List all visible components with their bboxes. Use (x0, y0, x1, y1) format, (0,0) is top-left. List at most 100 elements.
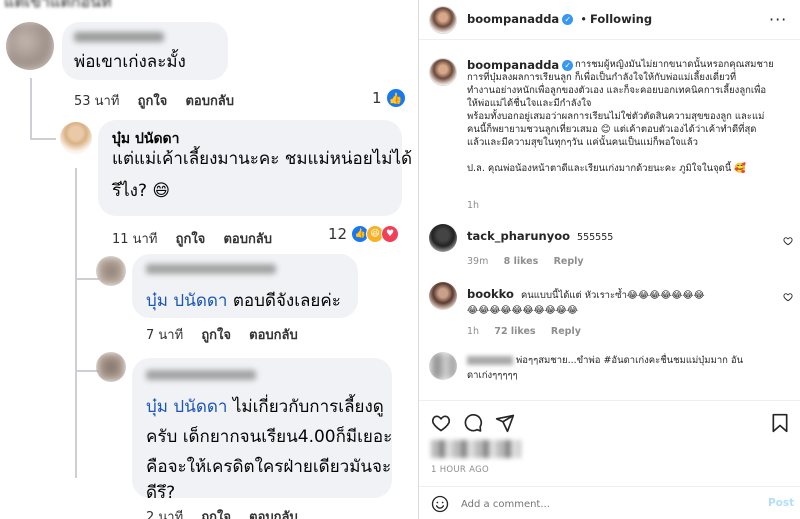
comment-username[interactable] (467, 356, 513, 365)
comment-text-line: คือจะให้เครดิตใครฝ่ายเดียวมันจะ (146, 457, 392, 477)
avatar[interactable] (429, 352, 457, 380)
comment-likes[interactable]: 72 likes (494, 326, 535, 337)
avatar[interactable] (60, 122, 92, 154)
reply-link[interactable]: ตอบกลับ (223, 232, 272, 247)
comment-time[interactable]: 7 นาที (146, 328, 183, 343)
comment-line: พ่อๆๆสมชาย...ขำพ่อ #อันดาเก่งคะชื่นชมแม่… (467, 354, 787, 367)
like-link[interactable]: ถูกใจ (201, 510, 231, 519)
caption-line: แล้วและมีความสุขในทุกๆวัน แค่นั้นคนเป็นแ… (467, 137, 698, 148)
avatar[interactable] (96, 352, 126, 382)
likes-summary[interactable] (431, 440, 521, 458)
caption-line: พร้อมทั้งบอกอยู่เสมอว่าผลการเรียนไม่ใช่ต… (467, 111, 765, 122)
caption-line: ป.ล. คุณพ่อน้องหน้าตาดีและเรียนเก่งมากด้… (467, 163, 747, 174)
caption-line (467, 149, 797, 162)
heart-icon[interactable] (783, 236, 793, 246)
post-comment-button[interactable]: Post (768, 497, 794, 509)
cropped-header-text: แต่เขาแต่ก่อนที่ (4, 0, 112, 11)
add-comment-input[interactable] (461, 494, 741, 514)
comment-time[interactable]: 53 นาที (74, 94, 119, 109)
avatar[interactable] (429, 58, 457, 86)
comment-line: 😂😂😂😂😂😂😂😂😂😂 (467, 305, 579, 316)
avatar[interactable] (429, 224, 457, 252)
add-comment-bar: Post (419, 486, 800, 519)
comment-text-line: แต่แม่เค้าเลี้ยงมานะคะ ชมแม่หน่อยไม่ได้ (112, 149, 413, 169)
comment-text: บุ๋ม ปนัดดา ตอบดีจังเลยค่ะ (146, 286, 341, 316)
heart-icon[interactable] (783, 292, 793, 302)
following-button[interactable]: Following (590, 12, 652, 26)
reply-link[interactable]: ตอบกลับ (249, 510, 298, 519)
avatar[interactable] (96, 256, 126, 286)
comment-text-body: ตอบดีจังเลยค่ะ (227, 291, 341, 311)
comment-time: 39m (467, 256, 489, 267)
reply-button[interactable]: Reply (554, 256, 584, 267)
caption-time: 1h (467, 200, 480, 211)
comment-time: 1h (467, 326, 480, 337)
comment-icon[interactable] (463, 413, 483, 433)
reaction-count: 1 (372, 89, 382, 107)
caption-line: การชมผู้หญิงมันไม่ยากขนาดนั้นหรอกคุณสมชา… (575, 59, 774, 70)
comment-line: ดาเก่งๆๆๆๆๆ (467, 370, 518, 381)
comment-line: bookko คนแบบนี้ได้แต่ หัวเราะซ้ำ😂😂😂😂😂😂😂 (467, 288, 777, 302)
mention-link[interactable]: บุ๋ม ปนัดดา (146, 397, 227, 417)
like-link[interactable]: ถูกใจ (201, 328, 231, 343)
comment-meta: 53 นาที ถูกใจ ตอบกลับ (74, 90, 248, 111)
verified-badge-icon: ✓ (562, 14, 574, 25)
comment-body: พ่อๆๆสมชาย...ขำพ่อ #อันดาเก่งคะชื่นชมแม่… (513, 355, 744, 366)
caption-line: ทำงานอย่างหนักเพื่อลูกของตัวเอง และก็จะค… (467, 85, 767, 96)
comment-text-line: บุ๋ม ปนัดดา ไม่เกี่ยวกับการเลี้ยงดู (146, 392, 384, 422)
comment-text: พ่อๆๆสมชาย...ขำพ่อ #อันดาเก่งคะชื่นชมแม่… (467, 354, 787, 382)
comment-text: bookko คนแบบนี้ได้แต่ หัวเราะซ้ำ😂😂😂😂😂😂😂 … (467, 288, 777, 317)
mention-link[interactable]: บุ๋ม ปนัดดา (146, 291, 227, 311)
caption-text: การชมผู้หญิงมันไม่ยากขนาดนั้นหรอกคุณสมชา… (467, 58, 797, 175)
comment-meta: 11 นาที ถูกใจ ตอบกลับ (112, 228, 286, 249)
comment-username[interactable]: tack_pharunyoo (467, 229, 570, 243)
comment-time[interactable]: 11 นาที (112, 232, 157, 247)
like-reaction-icon: 👍 (385, 88, 406, 108)
post-actions (419, 400, 800, 440)
post-author-username[interactable]: boompanadda ✓ • Following (467, 12, 652, 26)
reaction-summary[interactable]: 1 👍 (372, 88, 406, 108)
thread-line (30, 78, 32, 140)
like-link[interactable]: ถูกใจ (176, 232, 206, 247)
username-text: boompanadda (467, 12, 560, 26)
avatar[interactable] (6, 22, 54, 70)
love-reaction-icon: ♥ (381, 225, 400, 243)
comment-meta: 1h 72 likes Reply (467, 326, 593, 337)
comment-body: 555555 (577, 232, 614, 243)
comment-body: คนแบบนี้ได้แต่ หัวเราะซ้ำ😂😂😂😂😂😂😂 (520, 290, 705, 301)
send-icon[interactable] (495, 413, 515, 433)
comment-likes[interactable]: 8 likes (504, 256, 539, 267)
commenter-name[interactable] (146, 264, 276, 274)
caption-line: การที่บุ๋มลงผลการเรียนลูก ก็เพื่อเป็นกำล… (467, 72, 737, 83)
reply-button[interactable]: Reply (551, 326, 581, 337)
heart-icon[interactable] (431, 413, 451, 433)
avatar[interactable] (429, 282, 457, 310)
commenter-name[interactable] (146, 370, 256, 380)
reaction-summary[interactable]: 12 👍 😆 ♥ (328, 225, 400, 243)
comment-text-line: ครับ เด็กยากจนเรียน4.00ก็มีเยอะ (146, 427, 393, 447)
caption-line: ให้พ่อแม่ได้ชื่นใจและมีกำลังใจ (467, 98, 592, 109)
smiley-icon[interactable] (431, 495, 449, 513)
comment-text: พ่อเขาเก่งละมั้ง (74, 52, 186, 72)
comment-text: tack_pharunyoo 555555 (467, 230, 613, 244)
thread-line (30, 138, 56, 140)
facebook-comments-panel: แต่เขาแต่ก่อนที่ พ่อเขาเก่งละมั้ง 53 นาท… (0, 0, 418, 519)
comment-meta: 39m 8 likes Reply (467, 256, 596, 267)
reaction-count: 12 (328, 225, 348, 243)
comment-text-body: ไม่เกี่ยวกับการเลี้ยงดู (227, 397, 384, 417)
caption-line: คนนี้ก็พยายามชวนลูกเที่ยวเสมอ 😊 แต่เค้าต… (467, 124, 757, 135)
bookmark-icon[interactable] (771, 413, 789, 433)
comment-time[interactable]: 2 นาที (146, 510, 183, 519)
comment-meta: 2 นาที ถูกใจ ตอบกลับ (146, 506, 312, 519)
post-timestamp: 1 HOUR AGO (431, 465, 489, 475)
thread-line (75, 168, 77, 478)
instagram-post-panel: boompanadda ✓ • Following ··· boompanadda ✓… (418, 0, 800, 519)
comment-username[interactable]: bookko (467, 287, 514, 301)
like-link[interactable]: ถูกใจ (138, 94, 168, 109)
ellipsis-icon[interactable]: ··· (769, 10, 787, 29)
reply-link[interactable]: ตอบกลับ (185, 94, 234, 109)
comment-text-line: รึไง? 😄 (112, 181, 171, 201)
commenter-name[interactable] (74, 32, 164, 42)
avatar[interactable] (429, 6, 457, 34)
reply-link[interactable]: ตอบกลับ (249, 328, 298, 343)
